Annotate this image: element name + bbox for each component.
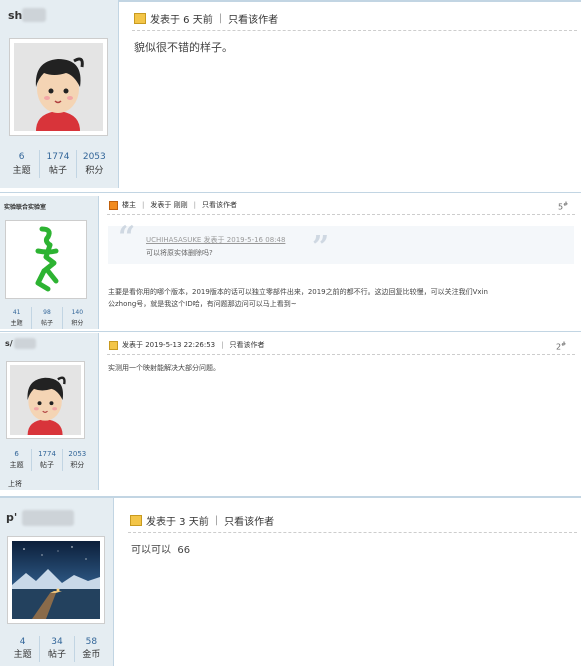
username-redacted xyxy=(22,510,74,526)
avatar-figure-icon xyxy=(8,223,84,296)
quote-author-link[interactable]: UCHIHASASUKE 发表于 2019-5-16 08:48 xyxy=(146,235,285,245)
separator: | xyxy=(218,13,223,24)
content-line-2: 公zhong号，就是我这个ID哈，有问题那边问可以马上看到~ xyxy=(108,300,297,308)
post-content: 实测用一个映射能解决大部分问题。 xyxy=(108,364,220,372)
avatar[interactable] xyxy=(9,38,108,136)
post-content: 主要是看你用的哪个版本，2019版本的话可以独立零部件出来，2019之前的都不行… xyxy=(108,286,578,310)
stat-points[interactable]: 2053 积分 xyxy=(61,449,92,471)
floor-number[interactable]: 5# xyxy=(558,201,568,212)
separator: | xyxy=(193,201,196,209)
username-redacted xyxy=(22,8,46,22)
meta-rule xyxy=(132,30,577,31)
meta-rule xyxy=(128,532,577,533)
post-time: 发表于 3 天前 xyxy=(146,517,209,528)
view-author-link[interactable]: 只看该作者 xyxy=(202,200,237,210)
user-rank: 上将 xyxy=(8,480,22,488)
post-meta: 发表于 3 天前 | 只看该作者 xyxy=(130,513,274,528)
avatar-boy-icon xyxy=(10,365,81,435)
post-1: sh 6主题 1774帖子 2053积分 发表于 6 天前 | 只看该作者 xyxy=(0,0,581,188)
username[interactable]: p' xyxy=(6,511,17,524)
post-content: 可以可以 66 xyxy=(131,545,191,556)
stat-threads[interactable]: 6 主题 xyxy=(2,449,31,471)
stat-posts[interactable]: 34 帖子 xyxy=(39,636,73,662)
stat-threads[interactable]: 6 主题 xyxy=(4,150,39,178)
user-stats: 4 主题 34 帖子 58 金币 xyxy=(6,636,108,662)
post-meta: 发表于 2019-5-13 22:26:53 | 只看该作者 xyxy=(109,340,264,350)
op-label: 楼主 xyxy=(122,201,136,209)
username[interactable]: sh xyxy=(8,9,22,22)
post-3: s/ 6 主题 1774 帖子 2053 积分 上将 发表于 2019-5-13 22… xyxy=(0,331,581,490)
stat-points[interactable]: 2053 积分 xyxy=(75,150,112,178)
user-stats: 41 主题 98 帖子 140 积分 xyxy=(2,307,92,329)
separator: | xyxy=(214,515,219,526)
post-time: 发表于 刚刚 xyxy=(150,201,188,209)
username-redacted xyxy=(14,338,36,349)
post-divider xyxy=(0,192,581,193)
user-stats: 6 主题 1774 帖子 2053 积分 xyxy=(2,449,92,471)
stat-posts[interactable]: 1774 帖子 xyxy=(39,150,75,178)
close-quote-icon: ” xyxy=(312,230,330,265)
post-meta: 发表于 6 天前 | 只看该作者 xyxy=(134,11,278,26)
avatar-landscape-icon xyxy=(12,541,100,619)
post-meta: 楼主 | 发表于 刚刚 | 只看该作者 xyxy=(109,200,237,210)
post-time: 发表于 2019-5-13 22:26:53 xyxy=(122,341,216,349)
quote-text: 可以将原实体删除吗? xyxy=(146,249,213,257)
view-author-link[interactable]: 只看该作者 xyxy=(224,513,274,528)
online-status-icon xyxy=(134,13,146,24)
online-status-icon xyxy=(130,515,142,526)
post-2: 实验联合实验室 41 主题 98 帖子 140 积分 楼主 | 发表于 刚刚 | 只看… xyxy=(0,192,581,329)
username[interactable]: 实验联合实验室 xyxy=(4,202,46,211)
avatar-boy-icon xyxy=(14,43,103,131)
online-status-icon xyxy=(109,340,118,350)
separator: | xyxy=(142,201,145,209)
stat-points[interactable]: 140 积分 xyxy=(61,307,92,329)
view-author-link[interactable]: 只看该作者 xyxy=(229,340,264,350)
stat-threads[interactable]: 4 主题 xyxy=(6,636,39,662)
user-stats: 6 主题 1774 帖子 2053 积分 xyxy=(4,150,112,178)
avatar[interactable] xyxy=(6,361,85,439)
stat-posts[interactable]: 98 帖子 xyxy=(31,307,61,329)
stat-posts[interactable]: 1774 帖子 xyxy=(31,449,61,471)
content-line-1: 主要是看你用的哪个版本，2019版本的话可以独立零部件出来，2019之前的都不行… xyxy=(108,288,488,296)
avatar[interactable] xyxy=(5,220,87,299)
stat-threads[interactable]: 41 主题 xyxy=(2,307,31,329)
post-content: 貌似很不错的样子。 xyxy=(134,41,233,54)
stat-coins[interactable]: 58 金币 xyxy=(73,636,108,662)
meta-rule xyxy=(107,354,575,355)
open-quote-icon: “ xyxy=(118,220,136,255)
quote-block: “ UCHIHASASUKE 发表于 2019-5-16 08:48 可以将原实… xyxy=(108,220,574,265)
op-icon xyxy=(109,200,118,210)
floor-number[interactable]: 2# xyxy=(556,341,566,352)
view-author-link[interactable]: 只看该作者 xyxy=(228,11,278,26)
avatar[interactable] xyxy=(7,536,105,624)
post-time: 发表于 6 天前 xyxy=(150,15,213,26)
separator: | xyxy=(221,341,224,349)
username[interactable]: s/ xyxy=(5,339,13,348)
post-divider xyxy=(0,331,581,332)
post-4: p' 4 主题 34 帖子 58 金币 发表于 3 天前 | 只看该作者 可以可… xyxy=(0,496,581,666)
meta-rule xyxy=(107,214,575,215)
